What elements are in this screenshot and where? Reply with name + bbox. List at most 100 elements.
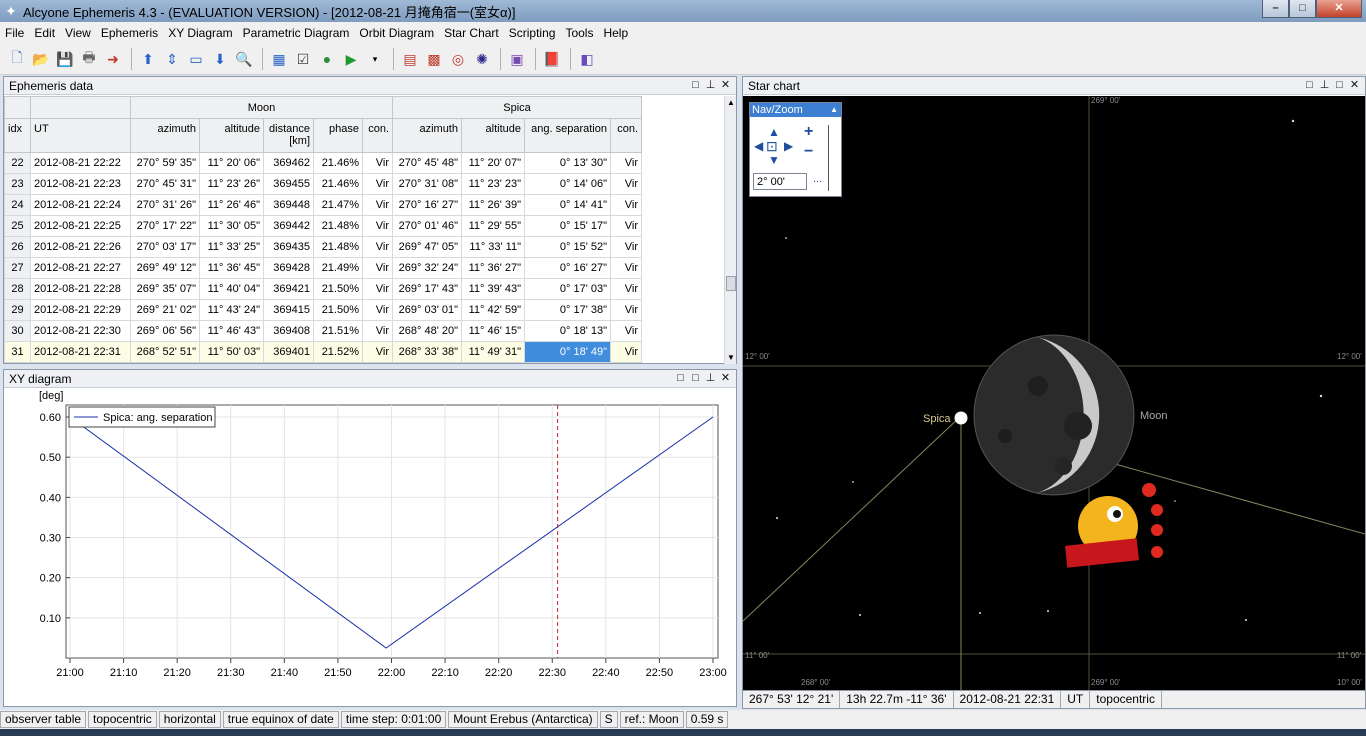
image-icon[interactable]: ▣ bbox=[506, 48, 528, 70]
scroll-thumb[interactable] bbox=[726, 276, 736, 291]
zoom-out-icon[interactable]: − bbox=[804, 143, 813, 161]
cell-spica-ang-separation[interactable]: 0° 15' 17" bbox=[524, 215, 611, 237]
cell-spica-altitude[interactable]: 11° 29' 55" bbox=[461, 215, 525, 237]
cell-ut[interactable]: 2012-08-21 22:22 bbox=[30, 152, 131, 174]
table-row[interactable]: 23 2012-08-21 22:23 270° 45' 31" 11° 23' 26… bbox=[4, 173, 642, 195]
cell-spica-azimuth[interactable]: 269° 03' 01" bbox=[392, 299, 462, 321]
cell-ut[interactable]: 2012-08-21 22:23 bbox=[30, 173, 131, 195]
cell-moon-con[interactable]: Vir bbox=[362, 341, 393, 363]
arrow-up-icon[interactable]: ⬆ bbox=[137, 48, 159, 70]
cell-moon-con[interactable]: Vir bbox=[362, 320, 393, 342]
close-icon[interactable]: ✕ bbox=[1347, 78, 1362, 93]
cell-moon-distance[interactable]: 369415 bbox=[263, 299, 314, 321]
cell-moon-azimuth[interactable]: 270° 59' 35" bbox=[130, 152, 200, 174]
cell-ut[interactable]: 2012-08-21 22:24 bbox=[30, 194, 131, 216]
cell-spica-altitude[interactable]: 11° 46' 15" bbox=[461, 320, 525, 342]
col-header-spica-azimuth[interactable]: azimuth bbox=[392, 118, 462, 153]
star-chart-icon[interactable]: ✺ bbox=[471, 48, 493, 70]
cell-moon-altitude[interactable]: 11° 43' 24" bbox=[199, 299, 264, 321]
table-row[interactable]: 26 2012-08-21 22:26 270° 03' 17" 11° 33' 25… bbox=[4, 236, 642, 258]
cell-spica-azimuth[interactable]: 269° 17' 43" bbox=[392, 278, 462, 300]
fov-more-button[interactable]: ... bbox=[813, 173, 822, 185]
col-header-spica-con[interactable]: con. bbox=[610, 118, 642, 153]
play-icon[interactable]: ▶ bbox=[340, 48, 362, 70]
zoom-scale[interactable] bbox=[828, 125, 836, 191]
book-icon[interactable]: 📕 bbox=[541, 48, 563, 70]
window-icon[interactable]: ▭ bbox=[185, 48, 207, 70]
cell-idx[interactable]: 31 bbox=[4, 341, 31, 363]
menu-parametric-diagram[interactable]: Parametric Diagram bbox=[238, 22, 355, 44]
moon[interactable] bbox=[973, 334, 1135, 496]
table-icon[interactable]: ▦ bbox=[268, 48, 290, 70]
cell-moon-altitude[interactable]: 11° 50' 03" bbox=[199, 341, 264, 363]
cell-ut[interactable]: 2012-08-21 22:26 bbox=[30, 236, 131, 258]
cell-spica-con[interactable]: Vir bbox=[610, 215, 642, 237]
col-header-moon-altitude[interactable]: altitude bbox=[199, 118, 264, 153]
cell-spica-altitude[interactable]: 11° 42' 59" bbox=[461, 299, 525, 321]
cell-idx[interactable]: 23 bbox=[4, 173, 31, 195]
save-icon[interactable]: 💾 bbox=[54, 48, 76, 70]
cell-spica-ang-separation[interactable]: 0° 13' 30" bbox=[524, 152, 611, 174]
cell-moon-con[interactable]: Vir bbox=[362, 194, 393, 216]
maximize-button[interactable]: □ bbox=[1289, 0, 1316, 18]
export-icon[interactable]: ➜ bbox=[102, 48, 124, 70]
open-folder-icon[interactable]: 📂 bbox=[30, 48, 52, 70]
cell-moon-altitude[interactable]: 11° 33' 25" bbox=[199, 236, 264, 258]
pan-left-icon[interactable]: ◀ bbox=[754, 139, 763, 153]
restore-icon[interactable]: □ bbox=[688, 78, 703, 93]
collapse-icon[interactable]: ⇕ bbox=[161, 48, 183, 70]
xy-diagram-icon[interactable]: ▤ bbox=[399, 48, 421, 70]
cell-ut[interactable]: 2012-08-21 22:28 bbox=[30, 278, 131, 300]
cell-idx[interactable]: 28 bbox=[4, 278, 31, 300]
cell-spica-con[interactable]: Vir bbox=[610, 257, 642, 279]
cell-ut[interactable]: 2012-08-21 22:29 bbox=[30, 299, 131, 321]
table-row[interactable]: 27 2012-08-21 22:27 269° 49' 12" 11° 36' 45… bbox=[4, 257, 642, 279]
cell-moon-distance[interactable]: 369401 bbox=[263, 341, 314, 363]
col-header-moon-phase[interactable]: phase bbox=[313, 118, 363, 153]
search-icon[interactable]: 🔍 bbox=[233, 48, 255, 70]
cell-spica-azimuth[interactable]: 270° 16' 27" bbox=[392, 194, 462, 216]
cell-moon-phase[interactable]: 21.52% bbox=[313, 341, 363, 363]
col-header-spica-ang-separation[interactable]: ang. separation bbox=[524, 118, 611, 153]
menu-star-chart[interactable]: Star Chart bbox=[439, 22, 504, 44]
cell-moon-con[interactable]: Vir bbox=[362, 215, 393, 237]
close-button[interactable]: ✕ bbox=[1316, 0, 1362, 18]
fov-field[interactable] bbox=[753, 173, 807, 190]
table-row[interactable]: 28 2012-08-21 22:28 269° 35' 07" 11° 40' 04… bbox=[4, 278, 642, 300]
cell-moon-azimuth[interactable]: 270° 31' 26" bbox=[130, 194, 200, 216]
cell-spica-con[interactable]: Vir bbox=[610, 173, 642, 195]
cell-idx[interactable]: 24 bbox=[4, 194, 31, 216]
restore-icon[interactable]: □ bbox=[673, 371, 688, 386]
cell-spica-con[interactable]: Vir bbox=[610, 278, 642, 300]
cell-moon-altitude[interactable]: 11° 46' 43" bbox=[199, 320, 264, 342]
cell-moon-con[interactable]: Vir bbox=[362, 173, 393, 195]
cell-spica-azimuth[interactable]: 270° 01' 46" bbox=[392, 215, 462, 237]
cell-moon-azimuth[interactable]: 269° 06' 56" bbox=[130, 320, 200, 342]
col-header-spica-altitude[interactable]: altitude bbox=[461, 118, 525, 153]
cell-moon-altitude[interactable]: 11° 30' 05" bbox=[199, 215, 264, 237]
cell-spica-con[interactable]: Vir bbox=[610, 236, 642, 258]
cell-moon-distance[interactable]: 369421 bbox=[263, 278, 314, 300]
cell-moon-altitude[interactable]: 11° 36' 45" bbox=[199, 257, 264, 279]
pan-up-icon[interactable]: ▲ bbox=[768, 125, 780, 139]
menu-view[interactable]: View bbox=[60, 22, 96, 44]
restore-icon-2[interactable]: □ bbox=[1332, 78, 1347, 93]
restore-icon[interactable]: □ bbox=[1302, 78, 1317, 93]
table-row[interactable]: 31 2012-08-21 22:31 268° 52' 51" 11° 50' 03… bbox=[4, 341, 642, 363]
cell-moon-con[interactable]: Vir bbox=[362, 152, 393, 174]
cell-spica-altitude[interactable]: 11° 23' 23" bbox=[461, 173, 525, 195]
table-row[interactable]: 30 2012-08-21 22:30 269° 06' 56" 11° 46' 43… bbox=[4, 320, 642, 342]
scroll-down-icon[interactable]: ▼ bbox=[727, 353, 735, 362]
col-header-moon-con[interactable]: con. bbox=[362, 118, 393, 153]
cell-moon-phase[interactable]: 21.50% bbox=[313, 299, 363, 321]
menu-xy-diagram[interactable]: XY Diagram bbox=[163, 22, 237, 44]
spica-star[interactable] bbox=[954, 411, 968, 425]
cell-moon-altitude[interactable]: 11° 20' 06" bbox=[199, 152, 264, 174]
cell-moon-distance[interactable]: 369428 bbox=[263, 257, 314, 279]
cell-moon-altitude[interactable]: 11° 23' 26" bbox=[199, 173, 264, 195]
pin-icon[interactable]: ⊥ bbox=[703, 78, 718, 93]
cell-idx[interactable]: 27 bbox=[4, 257, 31, 279]
cell-spica-altitude[interactable]: 11° 33' 11" bbox=[461, 236, 525, 258]
cell-idx[interactable]: 29 bbox=[4, 299, 31, 321]
cell-moon-azimuth[interactable]: 269° 21' 02" bbox=[130, 299, 200, 321]
